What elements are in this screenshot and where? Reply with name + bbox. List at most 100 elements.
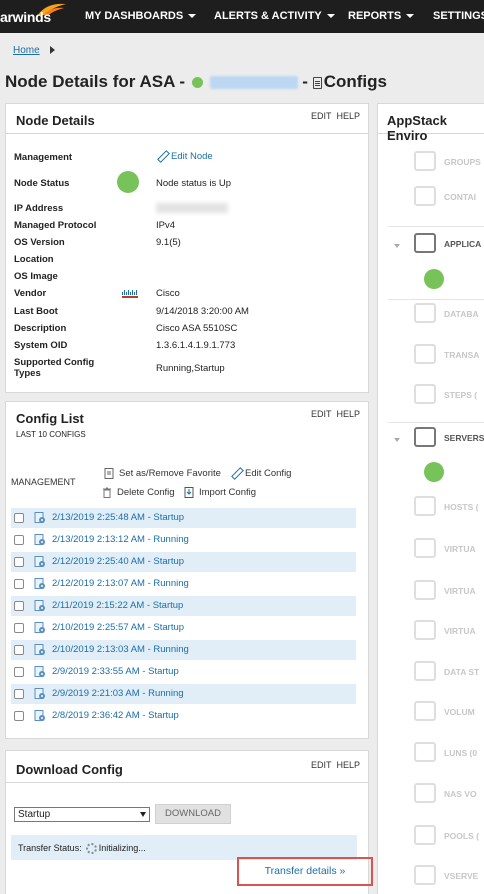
config-list-subtitle: LAST 10 CONFIGS [16,430,86,439]
virtual-datacenter-icon [414,580,436,600]
download-config-header: Download Config EDIT HELP [6,751,368,783]
value-system-oid: 1.3.6.1.4.1.9.1.773 [156,340,236,351]
virtual-icon [414,538,436,558]
config-file-icon [34,666,45,677]
label-os-version: OS Version [14,237,65,248]
breadcrumb: Home [13,45,56,56]
config-list-panel-links: EDIT HELP [306,409,360,419]
value-vendor: Cisco [156,288,180,299]
config-row: 2/9/2019 2:21:03 AM - Running [11,684,356,704]
config-type-select[interactable]: Startup [14,807,150,822]
nav-alerts-activity[interactable]: ALERTS & ACTIVITY [214,10,335,22]
status-up-icon[interactable] [424,269,444,289]
config-row: 2/13/2019 2:25:48 AM - Startup [11,508,356,528]
nav-my-dashboards[interactable]: MY DASHBOARDS [85,10,197,22]
label-ip-address: IP Address [14,203,64,214]
config-row-checkbox[interactable] [14,557,24,567]
edit-node-label: Edit Node [171,151,213,162]
edit-node-link[interactable]: Edit Node [157,151,213,162]
config-link[interactable]: 2/11/2019 2:15:22 AM - Startup [52,600,183,611]
value-supported-config-types: Running,Startup [156,363,225,374]
node-details-edit-link[interactable]: EDIT [311,111,332,121]
config-row-checkbox[interactable] [14,667,24,677]
transfer-details-link[interactable]: Transfer details » [237,857,373,886]
appstack-item-label: HOSTS ( [444,502,479,512]
config-file-icon [34,622,45,633]
appstack-header: AppStack Enviro [378,104,484,143]
page-title-prefix: Node Details for ASA - [5,72,186,91]
config-link[interactable]: 2/8/2019 2:36:42 AM - Startup [52,710,179,721]
config-file-icon [34,556,45,567]
download-config-edit-link[interactable]: EDIT [311,760,332,770]
label-management: Management [14,152,73,163]
appstack-item-label: VIRTUA [444,586,476,596]
label-description: Description [14,323,67,334]
expand-caret-icon[interactable] [394,438,400,442]
ip-address-blur [156,203,228,214]
appstack-item-label: VSERVE [444,871,479,881]
config-row-checkbox[interactable] [14,689,24,699]
config-row: 2/11/2019 2:15:22 AM - Startup [11,596,356,616]
config-link[interactable]: 2/10/2019 2:25:57 AM - Startup [52,622,184,633]
label-vendor: Vendor [14,288,47,299]
config-row-checkbox[interactable] [14,623,24,633]
pencil-icon [157,151,167,161]
appstack-title: AppStack Enviro [387,113,447,143]
status-up-icon[interactable] [424,462,444,482]
config-link[interactable]: 2/9/2019 2:21:03 AM - Running [52,688,184,699]
set-favorite-button[interactable]: Set as/Remove Favorite [104,468,221,479]
page-title: Node Details for ASA - - Configs [5,72,387,92]
download-config-panel-links: EDIT HELP [306,760,360,770]
appstack-item-label: SERVERS [444,433,484,443]
pool-icon [414,825,436,845]
download-button[interactable]: DOWNLOAD [155,804,231,824]
download-config-help-link[interactable]: HELP [336,760,360,770]
appstack-item-label: VIRTUA [444,544,476,554]
config-link[interactable]: 2/12/2019 2:13:07 AM - Running [52,578,189,589]
config-row-checkbox[interactable] [14,645,24,655]
appstack-item-label: GROUPS [444,157,481,167]
import-config-button[interactable]: Import Config [184,487,256,498]
config-link[interactable]: 2/13/2019 2:25:48 AM - Startup [52,512,184,523]
brand-logo[interactable]: arwinds [0,0,78,33]
delete-config-button[interactable]: Delete Config [102,487,175,498]
management-label: MANAGEMENT [11,477,76,487]
config-list-help-link[interactable]: HELP [336,409,360,419]
breadcrumb-home-link[interactable]: Home [13,45,40,56]
config-row: 2/12/2019 2:25:40 AM - Startup [11,552,356,572]
config-file-icon [34,534,45,545]
steps-icon [414,384,436,404]
config-row-checkbox[interactable] [14,711,24,721]
config-link[interactable]: 2/12/2019 2:25:40 AM - Startup [52,556,184,567]
nav-reports[interactable]: REPORTS [348,10,415,22]
chevron-down-icon [188,14,197,19]
config-list-edit-link[interactable]: EDIT [311,409,332,419]
config-row: 2/9/2019 2:33:55 AM - Startup [11,662,356,682]
cisco-logo-icon [122,290,138,298]
config-row-checkbox[interactable] [14,535,24,545]
config-row-checkbox[interactable] [14,513,24,523]
config-link[interactable]: 2/10/2019 2:13:03 AM - Running [52,644,189,655]
config-file-icon [34,710,45,721]
label-managed-protocol: Managed Protocol [14,220,97,231]
pencil-icon [231,468,241,478]
config-row-checkbox[interactable] [14,579,24,589]
appstack-item-label: TRANSA [444,350,480,360]
config-link[interactable]: 2/13/2019 2:13:12 AM - Running [52,534,189,545]
label-os-image: OS Image [14,271,58,282]
nas-icon [414,783,436,803]
node-details-title: Node Details [16,113,95,128]
config-row: 2/13/2019 2:13:12 AM - Running [11,530,356,550]
nav-settings[interactable]: SETTINGS [433,10,484,22]
node-details-help-link[interactable]: HELP [336,111,360,121]
node-status-up-icon [117,171,139,193]
expand-caret-icon[interactable] [394,244,400,248]
value-description: Cisco ASA 5510SC [156,323,238,334]
nav-my-dashboards-label: MY DASHBOARDS [85,10,184,22]
appstack-item-label: STEPS ( [444,390,478,400]
config-row-checkbox[interactable] [14,601,24,611]
label-last-boot: Last Boot [14,306,58,317]
edit-config-button[interactable]: Edit Config [231,468,291,479]
appstack-panel: AppStack Enviro GROUPS CONTAI APPLICA DATAB… [377,103,484,894]
config-link[interactable]: 2/9/2019 2:33:55 AM - Startup [52,666,179,677]
